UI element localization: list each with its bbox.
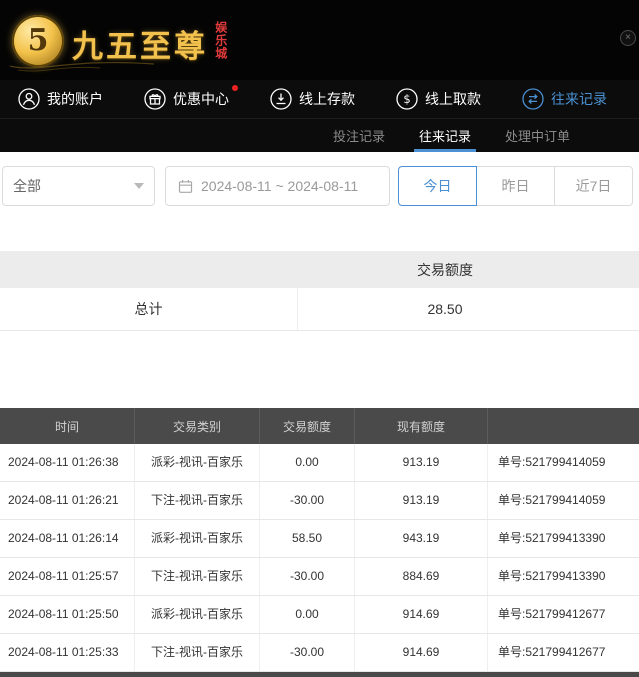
withdraw-icon: $ [396, 88, 418, 110]
cell-type: 派彩-视讯-百家乐 [135, 444, 260, 481]
type-filter-select[interactable]: 全部 [2, 166, 155, 206]
cell-ord: 单号:521799412677 [488, 596, 639, 633]
cell-bal: 884.69 [355, 558, 488, 595]
table-row: 2024-08-11 01:26:14派彩-视讯-百家乐58.50943.19单… [0, 520, 639, 558]
cell-amt: -30.00 [260, 558, 355, 595]
summary-total-row: 总计 28.50 [0, 288, 639, 331]
svg-text:$: $ [403, 92, 410, 106]
summary-total-value: 28.50 [298, 288, 592, 330]
cell-ord: 单号:521799412677 [488, 634, 639, 671]
summary-header-row: 交易额度 [0, 251, 639, 288]
notification-dot [232, 85, 238, 91]
cell-amt: 0.00 [260, 596, 355, 633]
column-header-bal: 现有额度 [355, 408, 488, 444]
summary-column-header: 交易额度 [298, 251, 592, 288]
column-header-type: 交易类别 [135, 408, 260, 444]
cell-amt: 0.00 [260, 444, 355, 481]
filter-bar: 全部 2024-08-11 ~ 2024-08-11 今日 昨日 近7日 [0, 152, 639, 220]
column-header-amt: 交易额度 [260, 408, 355, 444]
logo-flourish-icon [8, 57, 158, 73]
cell-bal: 913.19 [355, 482, 488, 519]
cell-ord: 单号:521799413390 [488, 558, 639, 595]
cell-time: 2024-08-11 01:26:38 [0, 444, 135, 481]
column-header-time: 时间 [0, 408, 135, 444]
date-range-value: 2024-08-11 ~ 2024-08-11 [201, 178, 358, 194]
tab-transaction-records[interactable]: 往来记录 [402, 119, 488, 152]
quick-range-label: 昨日 [502, 176, 530, 196]
nav-item-label: 我的账户 [47, 89, 103, 109]
cell-ord: 单号:521799414059 [488, 482, 639, 519]
brand-badge: 娱乐城 [213, 21, 227, 60]
nav-item-transaction-records[interactable]: 往来记录 [522, 88, 607, 110]
transactions-table-body: 2024-08-11 01:26:38派彩-视讯-百家乐0.00913.19单号… [0, 444, 639, 672]
user-icon [18, 88, 40, 110]
date-range-input[interactable]: 2024-08-11 ~ 2024-08-11 [165, 166, 390, 206]
site-header: 5 九五至尊 娱乐城 × [0, 0, 639, 80]
nav-item-label: 线上存款 [299, 89, 355, 109]
transactions-table-header: 时间交易类别交易额度现有额度 [0, 408, 639, 444]
table-footer-strip [0, 672, 639, 677]
quick-range-label: 近7日 [576, 176, 612, 196]
tab-processing-orders[interactable]: 处理中订单 [488, 119, 587, 152]
table-row: 2024-08-11 01:25:57下注-视讯-百家乐-30.00884.69… [0, 558, 639, 596]
chevron-down-icon [134, 183, 144, 189]
tab-label: 投注记录 [333, 126, 385, 145]
column-header-ord [488, 408, 639, 444]
records-icon [522, 88, 544, 110]
cell-time: 2024-08-11 01:26:14 [0, 520, 135, 557]
cell-time: 2024-08-11 01:26:21 [0, 482, 135, 519]
cell-ord: 单号:521799413390 [488, 520, 639, 557]
transactions-table: 时间交易类别交易额度现有额度 2024-08-11 01:26:38派彩-视讯-… [0, 408, 639, 677]
table-row: 2024-08-11 01:26:21下注-视讯-百家乐-30.00913.19… [0, 482, 639, 520]
nav-item-label: 往来记录 [551, 89, 607, 109]
cell-type: 派彩-视讯-百家乐 [135, 520, 260, 557]
cell-bal: 914.69 [355, 596, 488, 633]
gift-icon [144, 88, 166, 110]
type-filter-value: 全部 [13, 176, 41, 196]
cell-type: 派彩-视讯-百家乐 [135, 596, 260, 633]
close-icon[interactable]: × [620, 30, 636, 46]
summary-total-label: 总计 [0, 288, 298, 330]
nav-item-online-deposit[interactable]: 线上存款 [270, 88, 355, 110]
cell-bal: 913.19 [355, 444, 488, 481]
table-row: 2024-08-11 01:26:38派彩-视讯-百家乐0.00913.19单号… [0, 444, 639, 482]
cell-time: 2024-08-11 01:25:33 [0, 634, 135, 671]
today-button[interactable]: 今日 [398, 166, 477, 206]
page: 5 九五至尊 娱乐城 × 我的账户 优惠中心 [0, 0, 639, 677]
tab-bet-records[interactable]: 投注记录 [316, 119, 402, 152]
nav-item-label: 优惠中心 [173, 89, 229, 109]
cell-amt: -30.00 [260, 482, 355, 519]
nav-item-label: 线上取款 [425, 89, 481, 109]
deposit-icon [270, 88, 292, 110]
cell-type: 下注-视讯-百家乐 [135, 482, 260, 519]
table-row: 2024-08-11 01:25:33下注-视讯-百家乐-30.00914.69… [0, 634, 639, 672]
cell-time: 2024-08-11 01:25:57 [0, 558, 135, 595]
quick-range-group: 今日 昨日 近7日 [398, 166, 633, 206]
cell-amt: -30.00 [260, 634, 355, 671]
records-subnav: 投注记录 往来记录 处理中订单 [0, 118, 639, 152]
summary-header-spacer [0, 251, 298, 288]
summary-table: 交易额度 总计 28.50 [0, 251, 639, 331]
cell-type: 下注-视讯-百家乐 [135, 634, 260, 671]
nav-item-online-withdrawal[interactable]: $ 线上取款 [396, 88, 481, 110]
yesterday-button[interactable]: 昨日 [476, 166, 555, 206]
nav-item-my-account[interactable]: 我的账户 [18, 88, 103, 110]
cell-type: 下注-视讯-百家乐 [135, 558, 260, 595]
table-row: 2024-08-11 01:25:50派彩-视讯-百家乐0.00914.69单号… [0, 596, 639, 634]
brand-monogram: 5 [28, 26, 49, 56]
cell-ord: 单号:521799414059 [488, 444, 639, 481]
calendar-icon [178, 179, 193, 194]
cell-bal: 943.19 [355, 520, 488, 557]
last7days-button[interactable]: 近7日 [554, 166, 633, 206]
nav-item-promotions[interactable]: 优惠中心 [144, 88, 229, 110]
cell-amt: 58.50 [260, 520, 355, 557]
cell-time: 2024-08-11 01:25:50 [0, 596, 135, 633]
cell-bal: 914.69 [355, 634, 488, 671]
tab-label: 处理中订单 [505, 126, 570, 145]
main-nav: 我的账户 优惠中心 线上存款 $ 线上取款 [0, 80, 639, 118]
quick-range-label: 今日 [424, 176, 452, 196]
tab-label: 往来记录 [419, 126, 471, 145]
